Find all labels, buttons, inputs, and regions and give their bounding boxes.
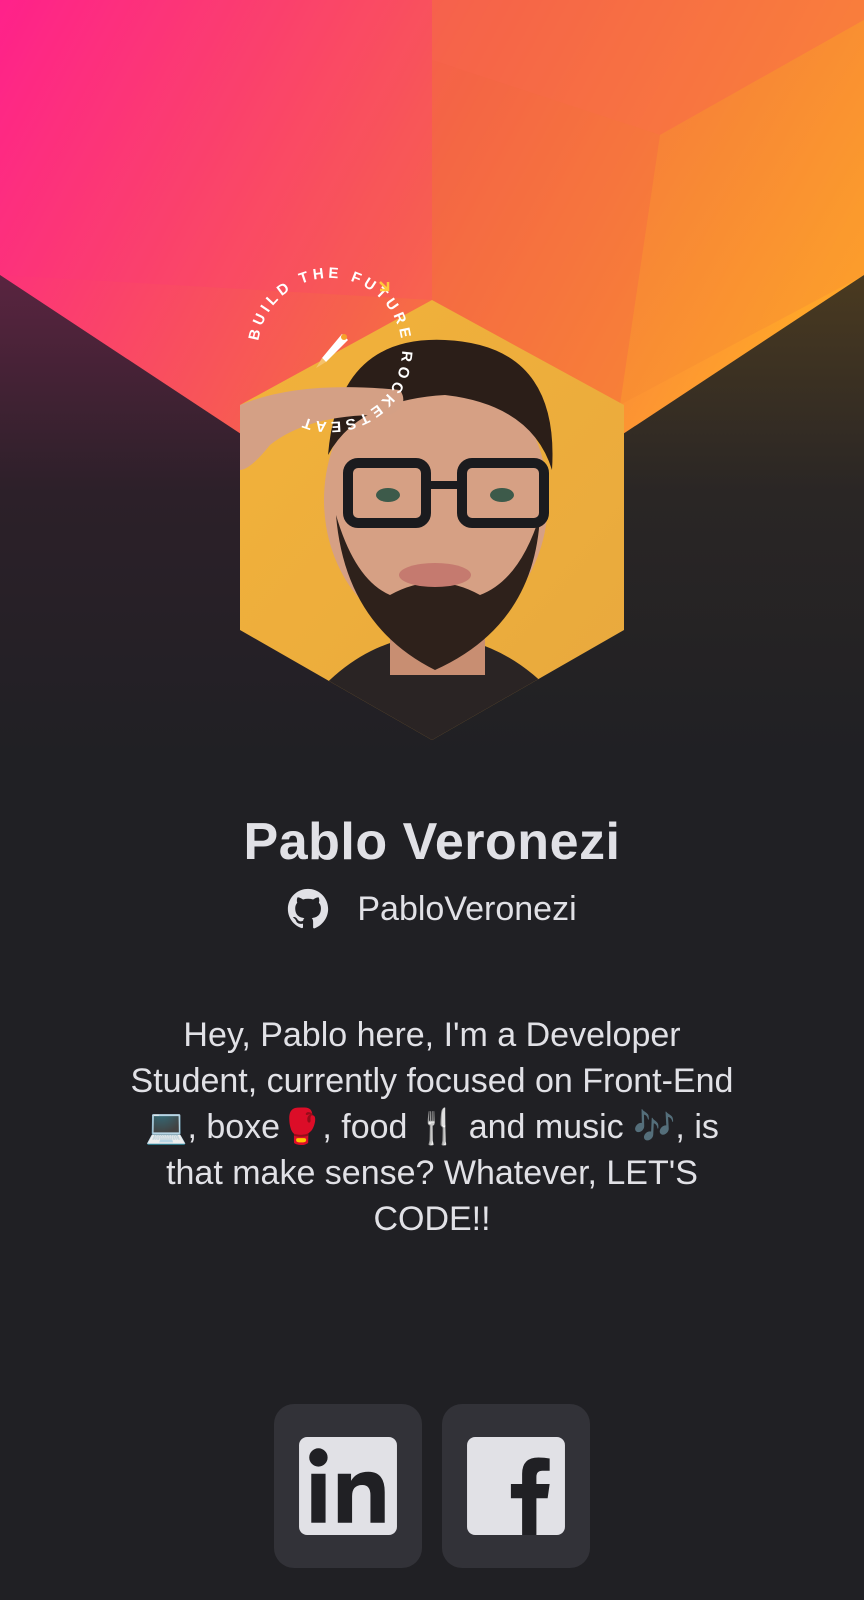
linkedin-button[interactable] (274, 1404, 422, 1568)
github-icon (288, 888, 329, 929)
facebook-icon (467, 1437, 565, 1535)
github-username: PabloVeronezi (357, 889, 577, 928)
social-links (0, 1404, 864, 1568)
profile-page: BUILD THE FUTURE ROCKETSEAT Pablo Verone… (0, 0, 864, 1600)
profile-bio: Hey, Pablo here, I'm a Developer Student… (130, 1016, 734, 1238)
linkedin-icon (299, 1437, 397, 1535)
github-link[interactable]: PabloVeronezi (0, 888, 864, 930)
profile-name: Pablo Veronezi (243, 813, 621, 871)
avatar (240, 295, 624, 745)
facebook-button[interactable] (442, 1404, 590, 1568)
